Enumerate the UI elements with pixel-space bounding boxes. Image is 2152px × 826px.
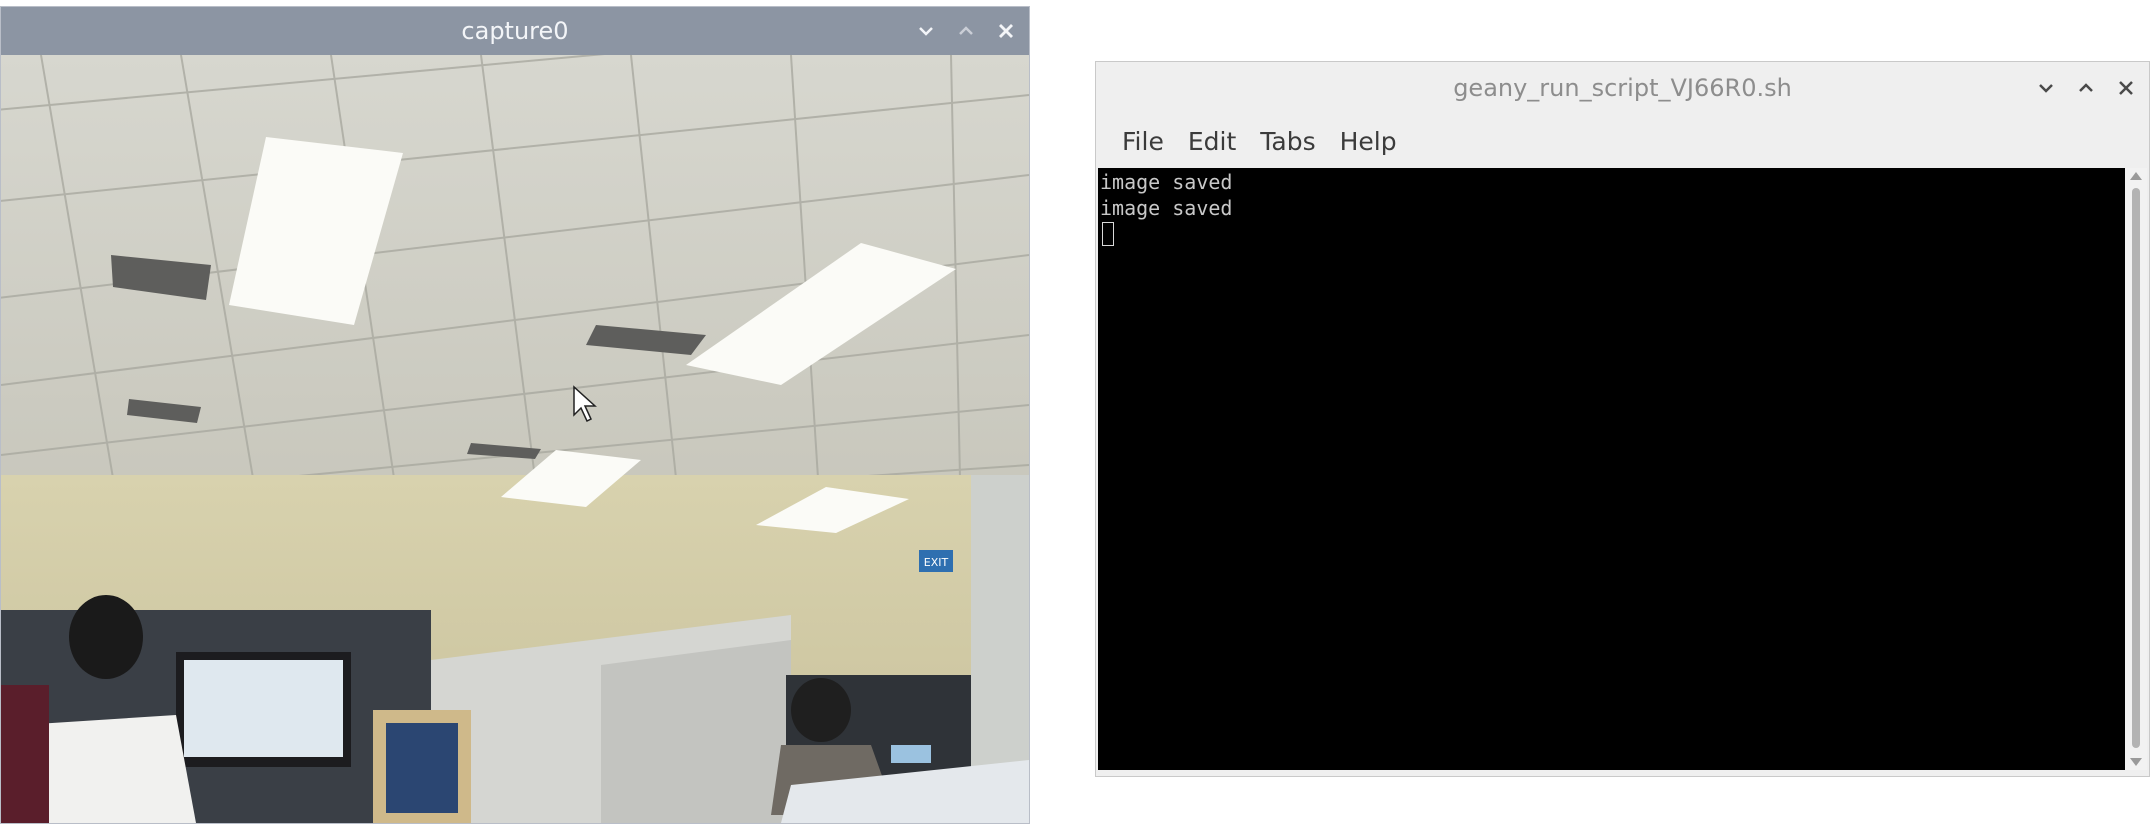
terminal-scrollbar[interactable] bbox=[2125, 168, 2147, 770]
office-scene-image: EXIT bbox=[1, 55, 1029, 823]
close-button[interactable] bbox=[993, 18, 1019, 44]
chevron-up-icon bbox=[959, 26, 973, 35]
scroll-down-arrow-icon[interactable] bbox=[2130, 758, 2142, 766]
camera-frame: EXIT bbox=[1, 55, 1029, 823]
menu-tabs[interactable]: Tabs bbox=[1248, 127, 1327, 156]
menu-edit[interactable]: Edit bbox=[1176, 127, 1248, 156]
maximize-button[interactable] bbox=[953, 18, 979, 44]
chevron-down-icon bbox=[2039, 84, 2053, 93]
terminal-output[interactable]: image saved image saved bbox=[1098, 168, 2126, 770]
capture-window-controls bbox=[913, 7, 1019, 55]
terminal-line: image saved bbox=[1100, 196, 1233, 220]
maximize-button[interactable] bbox=[2073, 75, 2099, 101]
capture-window-title: capture0 bbox=[461, 17, 569, 45]
close-icon bbox=[2119, 81, 2133, 95]
scroll-up-arrow-icon[interactable] bbox=[2130, 172, 2142, 180]
capture-titlebar[interactable]: capture0 bbox=[1, 7, 1029, 55]
menu-help[interactable]: Help bbox=[1328, 127, 1409, 156]
terminal-window[interactable]: geany_run_script_VJ66R0.sh File Edit Tab… bbox=[1095, 61, 2150, 777]
terminal-window-title: geany_run_script_VJ66R0.sh bbox=[1453, 74, 1792, 102]
exit-sign-text: EXIT bbox=[924, 556, 949, 569]
minimize-button[interactable] bbox=[2033, 75, 2059, 101]
terminal-window-controls bbox=[2033, 62, 2139, 114]
terminal-cursor bbox=[1102, 222, 1114, 246]
minimize-button[interactable] bbox=[913, 18, 939, 44]
capture-window[interactable]: capture0 EXIT bbox=[0, 6, 1030, 824]
chevron-up-icon bbox=[2079, 83, 2093, 92]
close-icon bbox=[999, 24, 1013, 38]
terminal-line: image saved bbox=[1100, 170, 1233, 194]
scrollbar-thumb[interactable] bbox=[2132, 188, 2140, 748]
close-button[interactable] bbox=[2113, 75, 2139, 101]
terminal-menubar: File Edit Tabs Help bbox=[1096, 114, 2149, 168]
chevron-down-icon bbox=[919, 27, 933, 36]
menu-file[interactable]: File bbox=[1110, 127, 1176, 156]
terminal-titlebar[interactable]: geany_run_script_VJ66R0.sh bbox=[1096, 62, 2149, 114]
